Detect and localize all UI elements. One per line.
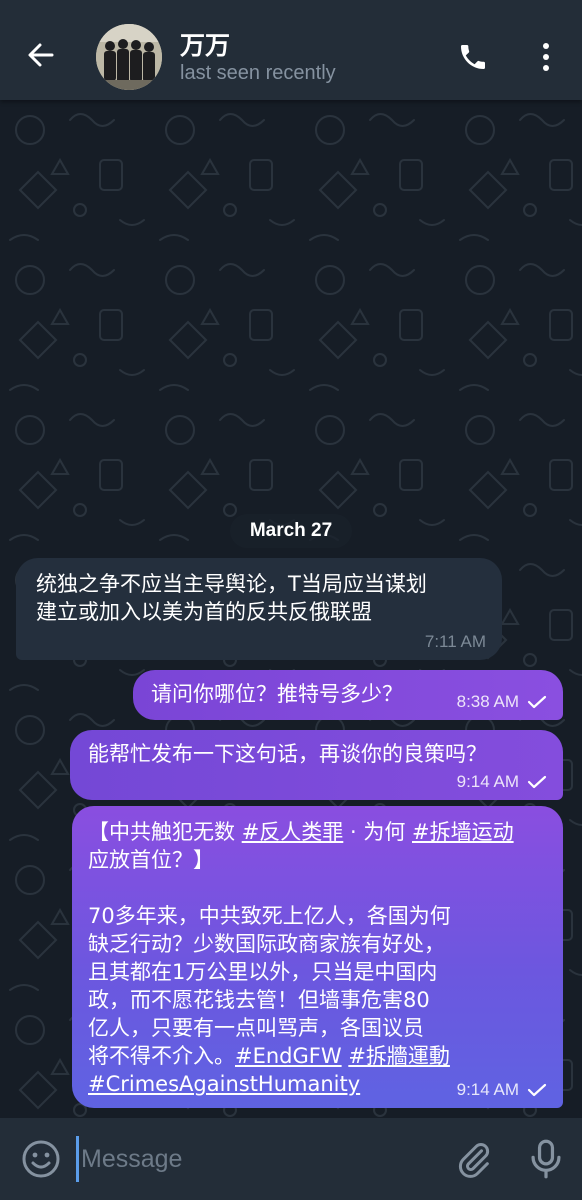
message-text: 能帮忙发布一下这句话，再谈你的良策吗？ bbox=[88, 742, 487, 766]
message-composer bbox=[0, 1118, 582, 1200]
message-time: 7:11 AM bbox=[424, 632, 486, 651]
text-segment: 应放首位？】 70多年来，中共致死上亿人，各国为何 缺乏行动？少数国际政商家族有… bbox=[88, 848, 451, 1068]
message-time: 9:14 AM bbox=[456, 772, 519, 791]
hashtag-link[interactable]: #拆牆運動 bbox=[348, 1044, 450, 1068]
attach-button[interactable] bbox=[454, 1140, 494, 1180]
check-icon bbox=[527, 775, 547, 789]
emoji-button[interactable] bbox=[20, 1138, 62, 1180]
call-button[interactable] bbox=[452, 36, 494, 78]
message-time: 8:38 AM bbox=[456, 692, 519, 711]
contact-name[interactable]: 万万 bbox=[180, 26, 230, 62]
message-bubble-incoming[interactable]: 统独之争不应当主导舆论，T当局应当谋划 建立或加入以美为首的反共反俄联盟 7:1… bbox=[16, 558, 502, 660]
message-text: 统独之争不应当主导舆论，T当局应当谋划 建立或加入以美为首的反共反俄联盟 bbox=[36, 572, 427, 624]
more-options-button[interactable] bbox=[526, 36, 566, 78]
check-icon bbox=[527, 1083, 547, 1097]
text-segment: 【中共触犯无数 bbox=[88, 820, 242, 844]
contact-status: last seen recently bbox=[180, 62, 336, 84]
hashtag-link[interactable]: #拆墙运动 bbox=[412, 820, 514, 844]
hashtag-link[interactable]: #CrimesAgainstHumanity bbox=[88, 1072, 360, 1096]
avatar-image bbox=[96, 24, 162, 90]
check-icon bbox=[527, 695, 547, 709]
message-time: 9:14 AM bbox=[456, 1080, 519, 1099]
more-vertical-icon bbox=[543, 43, 549, 71]
smiley-icon bbox=[22, 1140, 60, 1178]
text-segment: · 为何 bbox=[343, 820, 412, 844]
microphone-button[interactable] bbox=[526, 1138, 566, 1180]
message-meta: 9:14 AM bbox=[457, 1080, 547, 1100]
chat-area[interactable]: March 27 统独之争不应当主导舆论，T当局应当谋划 建立或加入以美为首的反… bbox=[0, 100, 582, 1118]
back-button[interactable] bbox=[16, 30, 66, 80]
hashtag-link[interactable]: #EndGFW bbox=[235, 1044, 342, 1068]
message-bubble-outgoing[interactable]: 请问你哪位？推特号多少？ 8:38 AM bbox=[133, 670, 563, 720]
date-separator: March 27 bbox=[230, 514, 352, 548]
phone-icon bbox=[461, 45, 485, 69]
chat-header: 万万 last seen recently bbox=[0, 0, 582, 100]
hashtag-link[interactable]: #反人类罪 bbox=[242, 820, 344, 844]
paperclip-icon bbox=[458, 1143, 490, 1178]
message-meta: 7:11 AM bbox=[425, 632, 486, 652]
message-text: 【中共触犯无数 #反人类罪 · 为何 #拆墙运动 应放首位？】 70多年来，中共… bbox=[88, 818, 554, 1098]
message-bubble-outgoing[interactable]: 【中共触犯无数 #反人类罪 · 为何 #拆墙运动 应放首位？】 70多年来，中共… bbox=[72, 806, 563, 1108]
message-meta: 8:38 AM bbox=[457, 692, 547, 712]
message-bubble-outgoing[interactable]: 能帮忙发布一下这句话，再谈你的良策吗？ 9:14 AM bbox=[70, 730, 563, 800]
microphone-icon bbox=[531, 1139, 561, 1179]
message-text: 请问你哪位？推特号多少？ bbox=[151, 682, 403, 706]
message-input[interactable] bbox=[76, 1136, 436, 1182]
arrow-left-icon bbox=[28, 43, 54, 67]
message-meta: 9:14 AM bbox=[457, 772, 547, 792]
avatar[interactable] bbox=[96, 24, 162, 90]
